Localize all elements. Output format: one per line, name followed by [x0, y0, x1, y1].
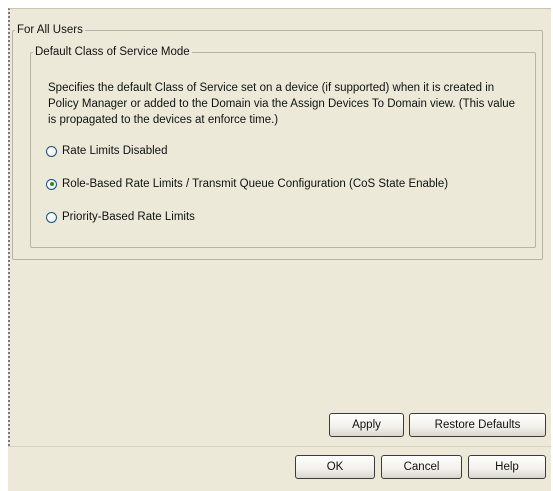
radio-button-icon[interactable]: [46, 211, 57, 223]
cos-mode-description: Specifies the default Class of Service s…: [48, 82, 516, 126]
help-button[interactable]: Help: [468, 455, 546, 479]
radio-rate-limits-disabled[interactable]: Rate Limits Disabled: [46, 145, 167, 157]
radio-button-selected-icon[interactable]: [46, 178, 57, 190]
radio-label: Role-Based Rate Limits / Transmit Queue …: [62, 178, 449, 190]
cancel-button[interactable]: Cancel: [381, 455, 462, 479]
apply-button[interactable]: Apply: [329, 413, 404, 437]
radio-priority-based-rate-limits[interactable]: Priority-Based Rate Limits: [46, 211, 195, 223]
for-all-users-legend: For All Users: [17, 24, 83, 36]
radio-role-based-rate-limits[interactable]: Role-Based Rate Limits / Transmit Queue …: [46, 178, 448, 190]
radio-label: Rate Limits Disabled: [62, 145, 168, 157]
default-cos-mode-legend: Default Class of Service Mode: [35, 46, 190, 58]
radio-button-icon[interactable]: [46, 145, 57, 157]
ok-button[interactable]: OK: [295, 455, 375, 479]
restore-defaults-button[interactable]: Restore Defaults: [409, 413, 546, 437]
radio-label: Priority-Based Rate Limits: [62, 211, 195, 223]
